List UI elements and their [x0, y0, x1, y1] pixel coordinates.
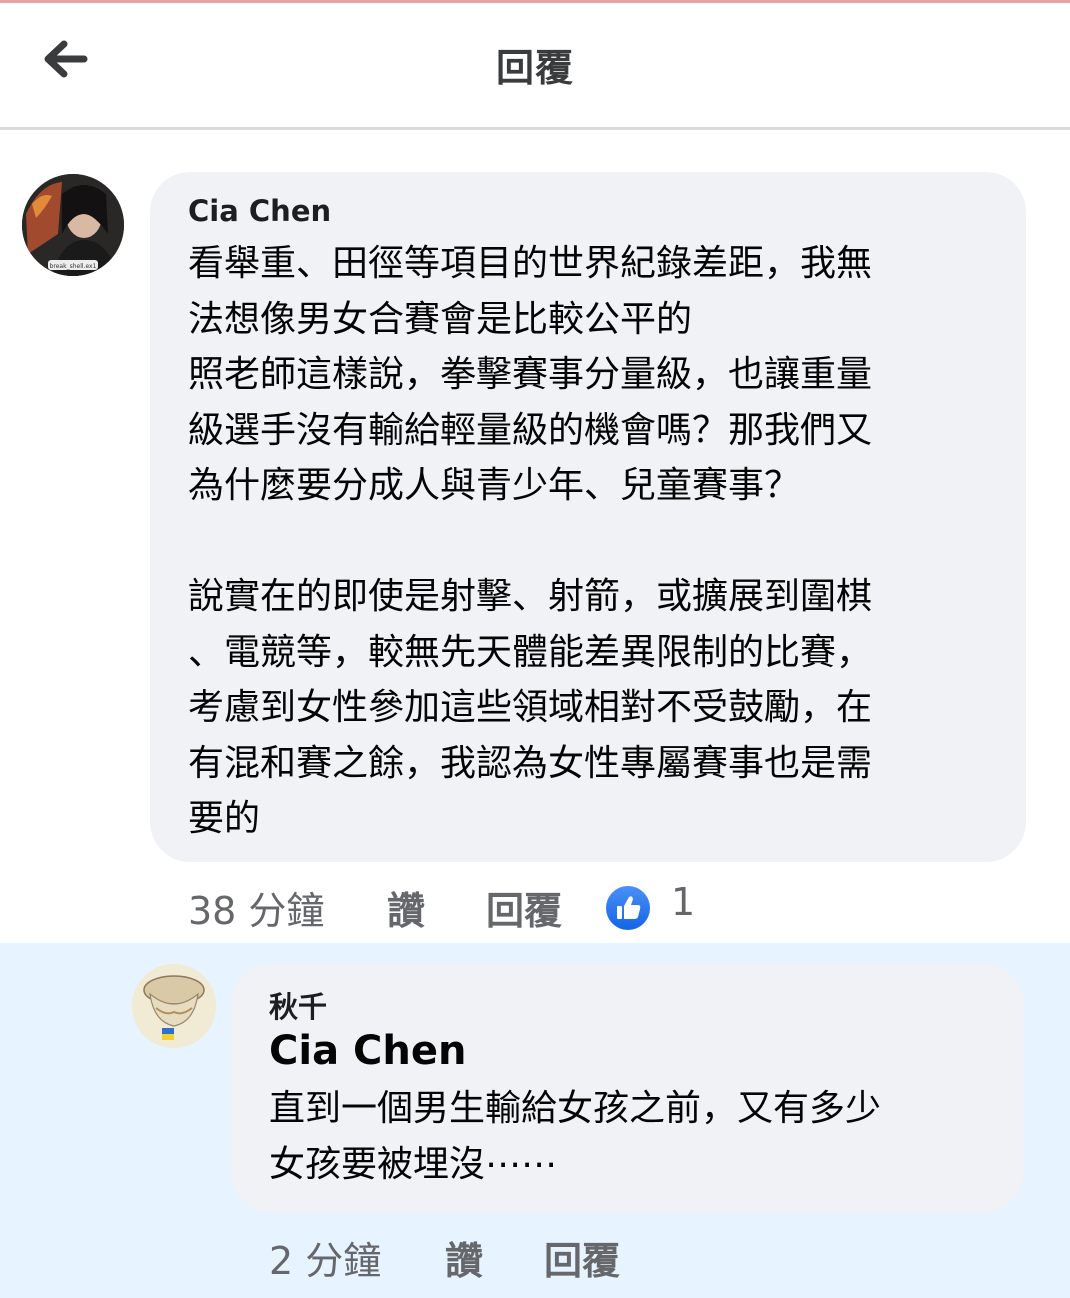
comment-actions: 38 分鐘 讚 回覆 1 [188, 880, 748, 933]
avatar[interactable]: break_shell.ex1 [22, 174, 124, 276]
reply-actions: 2 分鐘 讚 回覆 [269, 1230, 669, 1283]
reply-button[interactable]: 回覆 [486, 880, 562, 935]
reply-bubble: 秋千 Cia Chen 直到一個男生輸給女孩之前，又有多少 女孩要被埋沒⋯⋯ [231, 964, 1024, 1212]
comment-timestamp[interactable]: 38 分鐘 [188, 880, 324, 935]
reply-timestamp[interactable]: 2 分鐘 [269, 1230, 381, 1285]
reply-author[interactable]: 秋千 [269, 984, 327, 1026]
reply-avatar[interactable] [132, 964, 216, 1048]
thumbs-up-icon[interactable] [606, 886, 650, 930]
reaction-count[interactable]: 1 [671, 880, 695, 924]
svg-text:break_shell.ex1: break_shell.ex1 [50, 263, 97, 270]
reply-text: 直到一個男生輸給女孩之前，又有多少 女孩要被埋沒⋯⋯ [269, 1088, 882, 1185]
like-button[interactable]: 讚 [387, 880, 425, 935]
page-header: 回覆 [0, 3, 1070, 130]
comment-author[interactable]: Cia Chen [188, 194, 331, 228]
comment-bubble: Cia Chen 看舉重、田徑等項目的世界紀錄差距，我無 法想像男女合賽會是比較… [150, 172, 1026, 862]
page-title: 回覆 [495, 46, 574, 90]
comment-text: 看舉重、田徑等項目的世界紀錄差距，我無 法想像男女合賽會是比較公平的 照老師這樣… [188, 243, 873, 839]
reply-mention[interactable]: Cia Chen [269, 1028, 466, 1074]
reply-reply-button[interactable]: 回覆 [544, 1230, 620, 1285]
reply-like-button[interactable]: 讚 [445, 1230, 483, 1285]
